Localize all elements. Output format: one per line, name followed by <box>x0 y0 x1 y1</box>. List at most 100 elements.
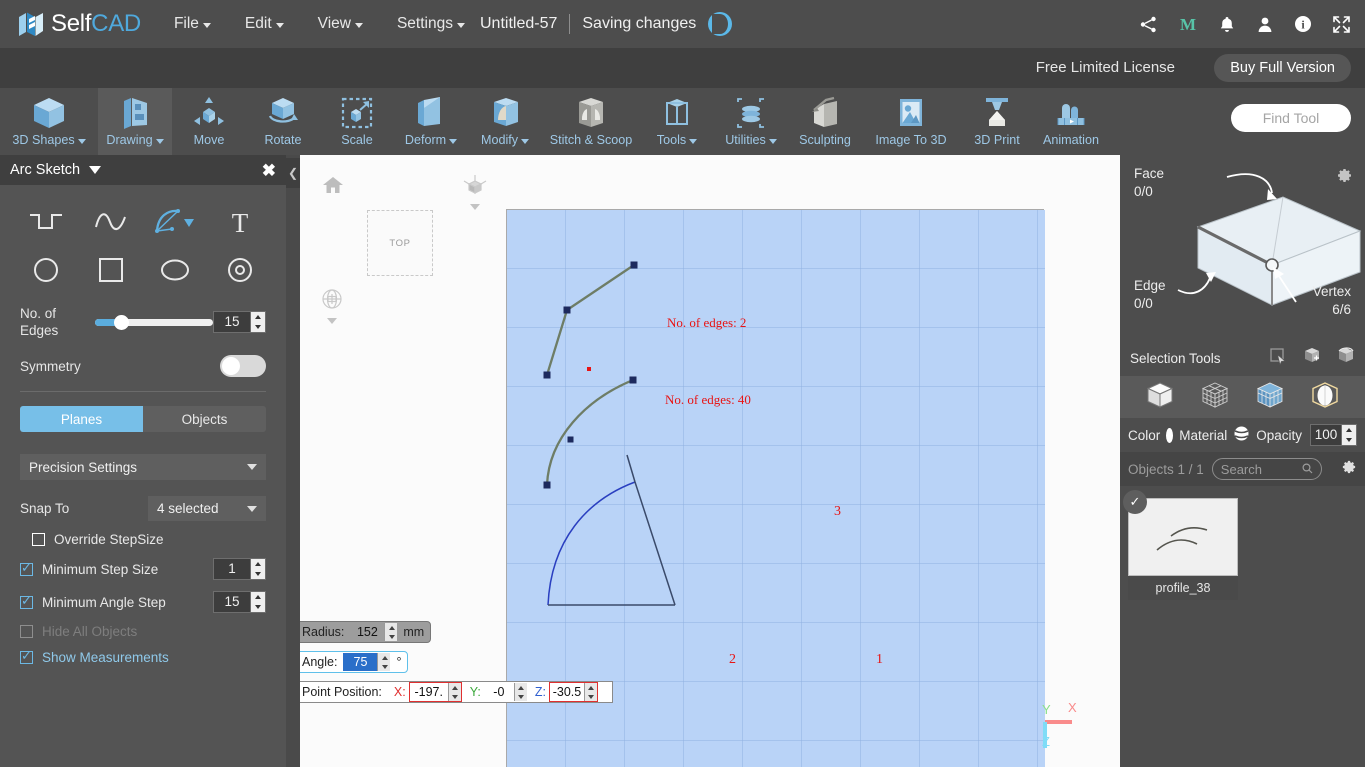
chevron-down-icon[interactable] <box>470 204 480 210</box>
minimum-angle-step-checkbox[interactable] <box>20 593 33 609</box>
object-mode-icon[interactable] <box>1146 381 1174 414</box>
menu-edit[interactable]: Edit <box>242 10 287 38</box>
polyline-icon[interactable] <box>14 199 79 245</box>
minimum-step-size-decrement[interactable] <box>251 569 265 579</box>
z-input-group[interactable]: -30.5 <box>548 682 598 702</box>
square-icon[interactable] <box>79 247 144 293</box>
minimum-angle-step-increment[interactable] <box>251 592 265 602</box>
ellipse-icon[interactable] <box>143 247 208 293</box>
fullscreen-icon[interactable] <box>1332 15 1351 34</box>
minimum-step-size-increment[interactable] <box>251 559 265 569</box>
segment-objects[interactable]: Objects <box>143 406 266 432</box>
axis-gizmo-icon[interactable] <box>462 173 488 210</box>
symmetry-toggle[interactable] <box>220 355 266 377</box>
angle-value[interactable]: 75 <box>343 653 378 671</box>
x-decrement[interactable] <box>449 692 461 701</box>
opacity-value[interactable]: 100 <box>1311 425 1341 445</box>
text-icon[interactable]: T <box>208 199 273 245</box>
edges-value[interactable]: 15 <box>214 312 250 332</box>
view-cube[interactable]: TOP <box>367 210 433 276</box>
edges-decrement-button[interactable] <box>251 322 265 332</box>
z-stepper[interactable] <box>583 683 597 701</box>
override-stepsize-checkbox[interactable] <box>32 533 45 546</box>
minimum-angle-step-stepper[interactable]: 15 <box>213 591 266 613</box>
ribbon-utilities[interactable]: Utilities <box>714 88 788 155</box>
edges-slider-knob[interactable] <box>113 314 129 330</box>
point-position-field[interactable]: Point Position: X: -197. Y: -0 Z: -30.5 <box>300 681 613 703</box>
search-input[interactable]: Search <box>1211 458 1322 480</box>
y-decrement[interactable] <box>515 692 527 701</box>
chevron-down-icon[interactable] <box>327 318 337 324</box>
monogram-m-icon[interactable]: M <box>1178 14 1198 34</box>
edges-increment-button[interactable] <box>251 312 265 322</box>
y-stepper[interactable] <box>513 683 527 701</box>
radius-increment[interactable] <box>385 623 397 632</box>
ribbon-move[interactable]: Move <box>172 88 246 155</box>
y-value[interactable]: -0 <box>484 683 514 701</box>
menu-view[interactable]: View <box>315 10 366 38</box>
snap-to-select[interactable]: 4 selected <box>148 496 266 521</box>
document-title[interactable]: Untitled-57 <box>480 15 557 33</box>
opacity-stepper[interactable]: 100 <box>1310 424 1357 446</box>
list-item[interactable]: ✓ profile_38 <box>1123 490 1238 600</box>
opacity-decrement[interactable] <box>1342 435 1356 445</box>
box-select-icon[interactable] <box>1301 346 1321 370</box>
precision-settings-dropdown[interactable]: Precision Settings <box>20 454 266 480</box>
minimum-step-size-stepper[interactable]: 1 <box>213 558 266 580</box>
x-increment[interactable] <box>449 683 461 692</box>
perspective-toggle-icon[interactable] <box>320 287 344 324</box>
ribbon-modify[interactable]: Modify <box>468 88 542 155</box>
info-icon[interactable]: i <box>1294 15 1312 33</box>
segment-planes[interactable]: Planes <box>20 406 143 432</box>
ribbon-scale[interactable]: Scale <box>320 88 394 155</box>
ribbon-deform[interactable]: Deform <box>394 88 468 155</box>
y-increment[interactable] <box>515 683 527 692</box>
x-stepper[interactable] <box>447 683 461 701</box>
buy-full-version-button[interactable]: Buy Full Version <box>1214 54 1351 82</box>
angle-increment[interactable] <box>378 653 390 662</box>
material-icon[interactable] <box>1233 425 1250 445</box>
viewport-canvas[interactable]: TOP No. of edges: 2 No. of edges: 40 1 2… <box>300 155 1120 767</box>
ribbon-animation[interactable]: Animation <box>1034 88 1108 155</box>
ribbon-rotate[interactable]: Rotate <box>246 88 320 155</box>
freehand-curve-icon[interactable] <box>79 199 144 245</box>
ribbon-sculpting[interactable]: Sculpting <box>788 88 862 155</box>
minimum-angle-step-decrement[interactable] <box>251 602 265 612</box>
z-decrement[interactable] <box>585 692 597 701</box>
menu-file[interactable]: File <box>171 10 214 38</box>
objects-gear-icon[interactable] <box>1341 459 1357 480</box>
angle-stepper[interactable] <box>377 653 391 671</box>
selfcad-logo[interactable]: SelfCAD <box>18 10 141 38</box>
minimum-angle-step-value[interactable]: 15 <box>214 592 250 612</box>
wireframe-mode-icon[interactable] <box>1201 381 1229 414</box>
ribbon-3d-print[interactable]: 3D Print <box>960 88 1034 155</box>
angle-decrement[interactable] <box>378 662 390 671</box>
share-icon[interactable] <box>1139 15 1158 34</box>
color-swatch[interactable] <box>1166 427 1174 443</box>
lasso-select-icon[interactable] <box>1335 346 1355 370</box>
left-panel-collapse-handle[interactable]: ❮ <box>286 158 300 188</box>
ribbon-3d-shapes[interactable]: 3D Shapes <box>0 88 98 155</box>
left-panel-title[interactable]: Arc Sketch <box>10 162 102 178</box>
radius-stepper[interactable] <box>384 623 398 641</box>
home-icon[interactable] <box>322 175 344 200</box>
opacity-increment[interactable] <box>1342 425 1356 435</box>
minimum-step-size-value[interactable]: 1 <box>214 559 250 579</box>
menu-settings[interactable]: Settings <box>394 10 468 38</box>
object-selected-checkmark[interactable]: ✓ <box>1123 490 1147 514</box>
ring-icon[interactable] <box>208 247 273 293</box>
x-input-group[interactable]: -197. <box>408 682 462 702</box>
face-mode-icon[interactable] <box>1256 381 1284 414</box>
circle-icon[interactable] <box>14 247 79 293</box>
z-increment[interactable] <box>585 683 597 692</box>
edges-stepper[interactable]: 15 <box>213 311 266 333</box>
ribbon-drawing[interactable]: Drawing <box>98 88 172 155</box>
xray-mode-icon[interactable] <box>1311 381 1339 414</box>
radius-decrement[interactable] <box>385 632 397 641</box>
ribbon-image-to-3d[interactable]: Image To 3D <box>862 88 960 155</box>
user-icon[interactable] <box>1256 15 1274 34</box>
x-value[interactable]: -197. <box>410 683 448 701</box>
chevron-down-icon[interactable] <box>89 166 102 174</box>
ribbon-stitch-scoop[interactable]: Stitch & Scoop <box>542 88 640 155</box>
close-icon[interactable]: ✖ <box>262 162 276 179</box>
